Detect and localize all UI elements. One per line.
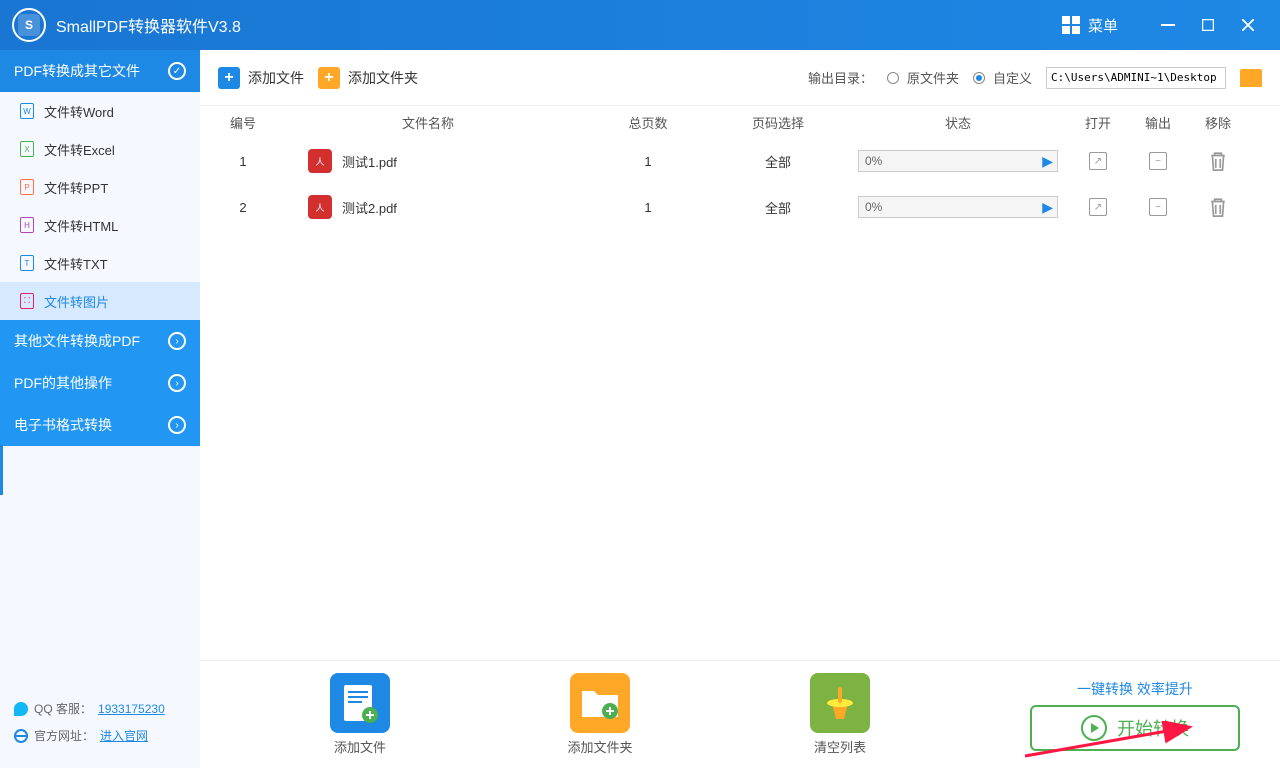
sidebar: PDF转换成其它文件 ✓ W文件转Word X文件转Excel P文件转PPT … bbox=[0, 50, 200, 768]
chevron-right-icon: › bbox=[168, 416, 186, 434]
play-icon: ▶ bbox=[1042, 199, 1053, 216]
category-ebook[interactable]: 电子书格式转换 › bbox=[0, 404, 200, 446]
maximize-button[interactable] bbox=[1188, 9, 1228, 41]
table-row: 1人测试1.pdf1全部0%▶↗− bbox=[200, 138, 1280, 184]
chevron-right-icon: › bbox=[168, 374, 186, 392]
word-icon: W bbox=[20, 103, 34, 119]
row-filename: 人测试1.pdf bbox=[268, 149, 588, 173]
start-convert-button[interactable]: 开始转换 bbox=[1030, 705, 1240, 751]
progress-bar[interactable]: 0%▶ bbox=[858, 150, 1058, 172]
output-button[interactable]: − bbox=[1149, 152, 1167, 170]
close-button[interactable] bbox=[1228, 9, 1268, 41]
toolbar: + 添加文件 + 添加文件夹 输出目录： 原文件夹 自定义 bbox=[200, 50, 1280, 106]
progress-bar[interactable]: 0%▶ bbox=[858, 196, 1058, 218]
radio-original-folder[interactable]: 原文件夹 bbox=[887, 68, 959, 87]
remove-button[interactable] bbox=[1209, 198, 1227, 216]
remove-button[interactable] bbox=[1209, 152, 1227, 170]
add-folder-big-icon bbox=[570, 673, 630, 733]
app-title: SmallPDF转换器软件V3.8 bbox=[56, 13, 1052, 37]
category-pdf-to-other[interactable]: PDF转换成其它文件 ✓ bbox=[0, 50, 200, 92]
menu-label: 菜单 bbox=[1088, 15, 1118, 36]
row-num: 2 bbox=[218, 200, 268, 215]
row-pages: 1 bbox=[588, 154, 708, 169]
play-icon: ▶ bbox=[1042, 153, 1053, 170]
plus-icon: + bbox=[318, 67, 340, 89]
add-folder-button[interactable]: + 添加文件夹 bbox=[318, 67, 418, 89]
footer-links: QQ 客服： 1933175230 官方网址： 进入官网 bbox=[0, 686, 200, 768]
output-button[interactable]: − bbox=[1149, 198, 1167, 216]
menu-button[interactable]: 菜单 bbox=[1052, 9, 1128, 42]
open-button[interactable]: ↗ bbox=[1089, 198, 1107, 216]
sidebar-item-html[interactable]: H文件转HTML bbox=[0, 206, 200, 244]
plus-icon: + bbox=[218, 67, 240, 89]
row-range[interactable]: 全部 bbox=[708, 152, 848, 171]
official-site-link[interactable]: 进入官网 bbox=[100, 727, 148, 744]
bottom-add-folder[interactable]: 添加文件夹 bbox=[480, 673, 720, 756]
radio-custom-folder[interactable]: 自定义 bbox=[973, 68, 1032, 87]
sidebar-item-ppt[interactable]: P文件转PPT bbox=[0, 168, 200, 206]
ppt-icon: P bbox=[20, 179, 34, 195]
chevron-icon: ✓ bbox=[168, 62, 186, 80]
open-button[interactable]: ↗ bbox=[1089, 152, 1107, 170]
qq-icon bbox=[14, 702, 28, 716]
table-header: 编号 文件名称 总页数 页码选择 状态 打开 输出 移除 bbox=[200, 106, 1280, 138]
image-icon: ⛶ bbox=[20, 293, 34, 309]
clear-list-big-icon bbox=[810, 673, 870, 733]
output-path-input[interactable] bbox=[1046, 67, 1226, 89]
chevron-right-icon: › bbox=[168, 332, 186, 350]
excel-icon: X bbox=[20, 141, 34, 157]
html-icon: H bbox=[20, 217, 34, 233]
category-pdf-ops[interactable]: PDF的其他操作 › bbox=[0, 362, 200, 404]
add-file-button[interactable]: + 添加文件 bbox=[218, 67, 304, 89]
tagline: 一键转换 效率提升 bbox=[1077, 679, 1193, 699]
sidebar-item-excel[interactable]: X文件转Excel bbox=[0, 130, 200, 168]
bottom-add-file[interactable]: 添加文件 bbox=[240, 673, 480, 756]
txt-icon: T bbox=[20, 255, 34, 271]
qq-link[interactable]: 1933175230 bbox=[98, 702, 165, 716]
pdf-icon: 人 bbox=[308, 195, 332, 219]
sidebar-item-word[interactable]: W文件转Word bbox=[0, 92, 200, 130]
row-range[interactable]: 全部 bbox=[708, 198, 848, 217]
row-num: 1 bbox=[218, 154, 268, 169]
sidebar-indicator bbox=[0, 445, 3, 495]
radio-icon bbox=[887, 72, 899, 84]
table-row: 2人测试2.pdf1全部 0%▶ ↗ − bbox=[200, 184, 1280, 230]
app-logo: S bbox=[12, 8, 46, 42]
browse-folder-button[interactable] bbox=[1240, 69, 1262, 87]
titlebar: S SmallPDF转换器软件V3.8 菜单 bbox=[0, 0, 1280, 50]
minimize-button[interactable] bbox=[1148, 9, 1188, 41]
play-icon bbox=[1081, 715, 1107, 741]
bottom-bar: 添加文件 添加文件夹 清空列表 一键转换 效率提升 bbox=[200, 660, 1280, 768]
menu-grid-icon bbox=[1062, 16, 1080, 34]
pdf-icon: 人 bbox=[308, 149, 332, 173]
bottom-clear-list[interactable]: 清空列表 bbox=[720, 673, 960, 756]
add-file-big-icon bbox=[330, 673, 390, 733]
row-filename: 人测试2.pdf bbox=[268, 195, 588, 219]
sidebar-item-txt[interactable]: T文件转TXT bbox=[0, 244, 200, 282]
radio-checked-icon bbox=[973, 72, 985, 84]
sidebar-item-image[interactable]: ⛶文件转图片 bbox=[0, 282, 200, 320]
browser-icon bbox=[14, 729, 28, 743]
output-dir-label: 输出目录： bbox=[808, 68, 873, 87]
row-pages: 1 bbox=[588, 200, 708, 215]
category-other-to-pdf[interactable]: 其他文件转换成PDF › bbox=[0, 320, 200, 362]
